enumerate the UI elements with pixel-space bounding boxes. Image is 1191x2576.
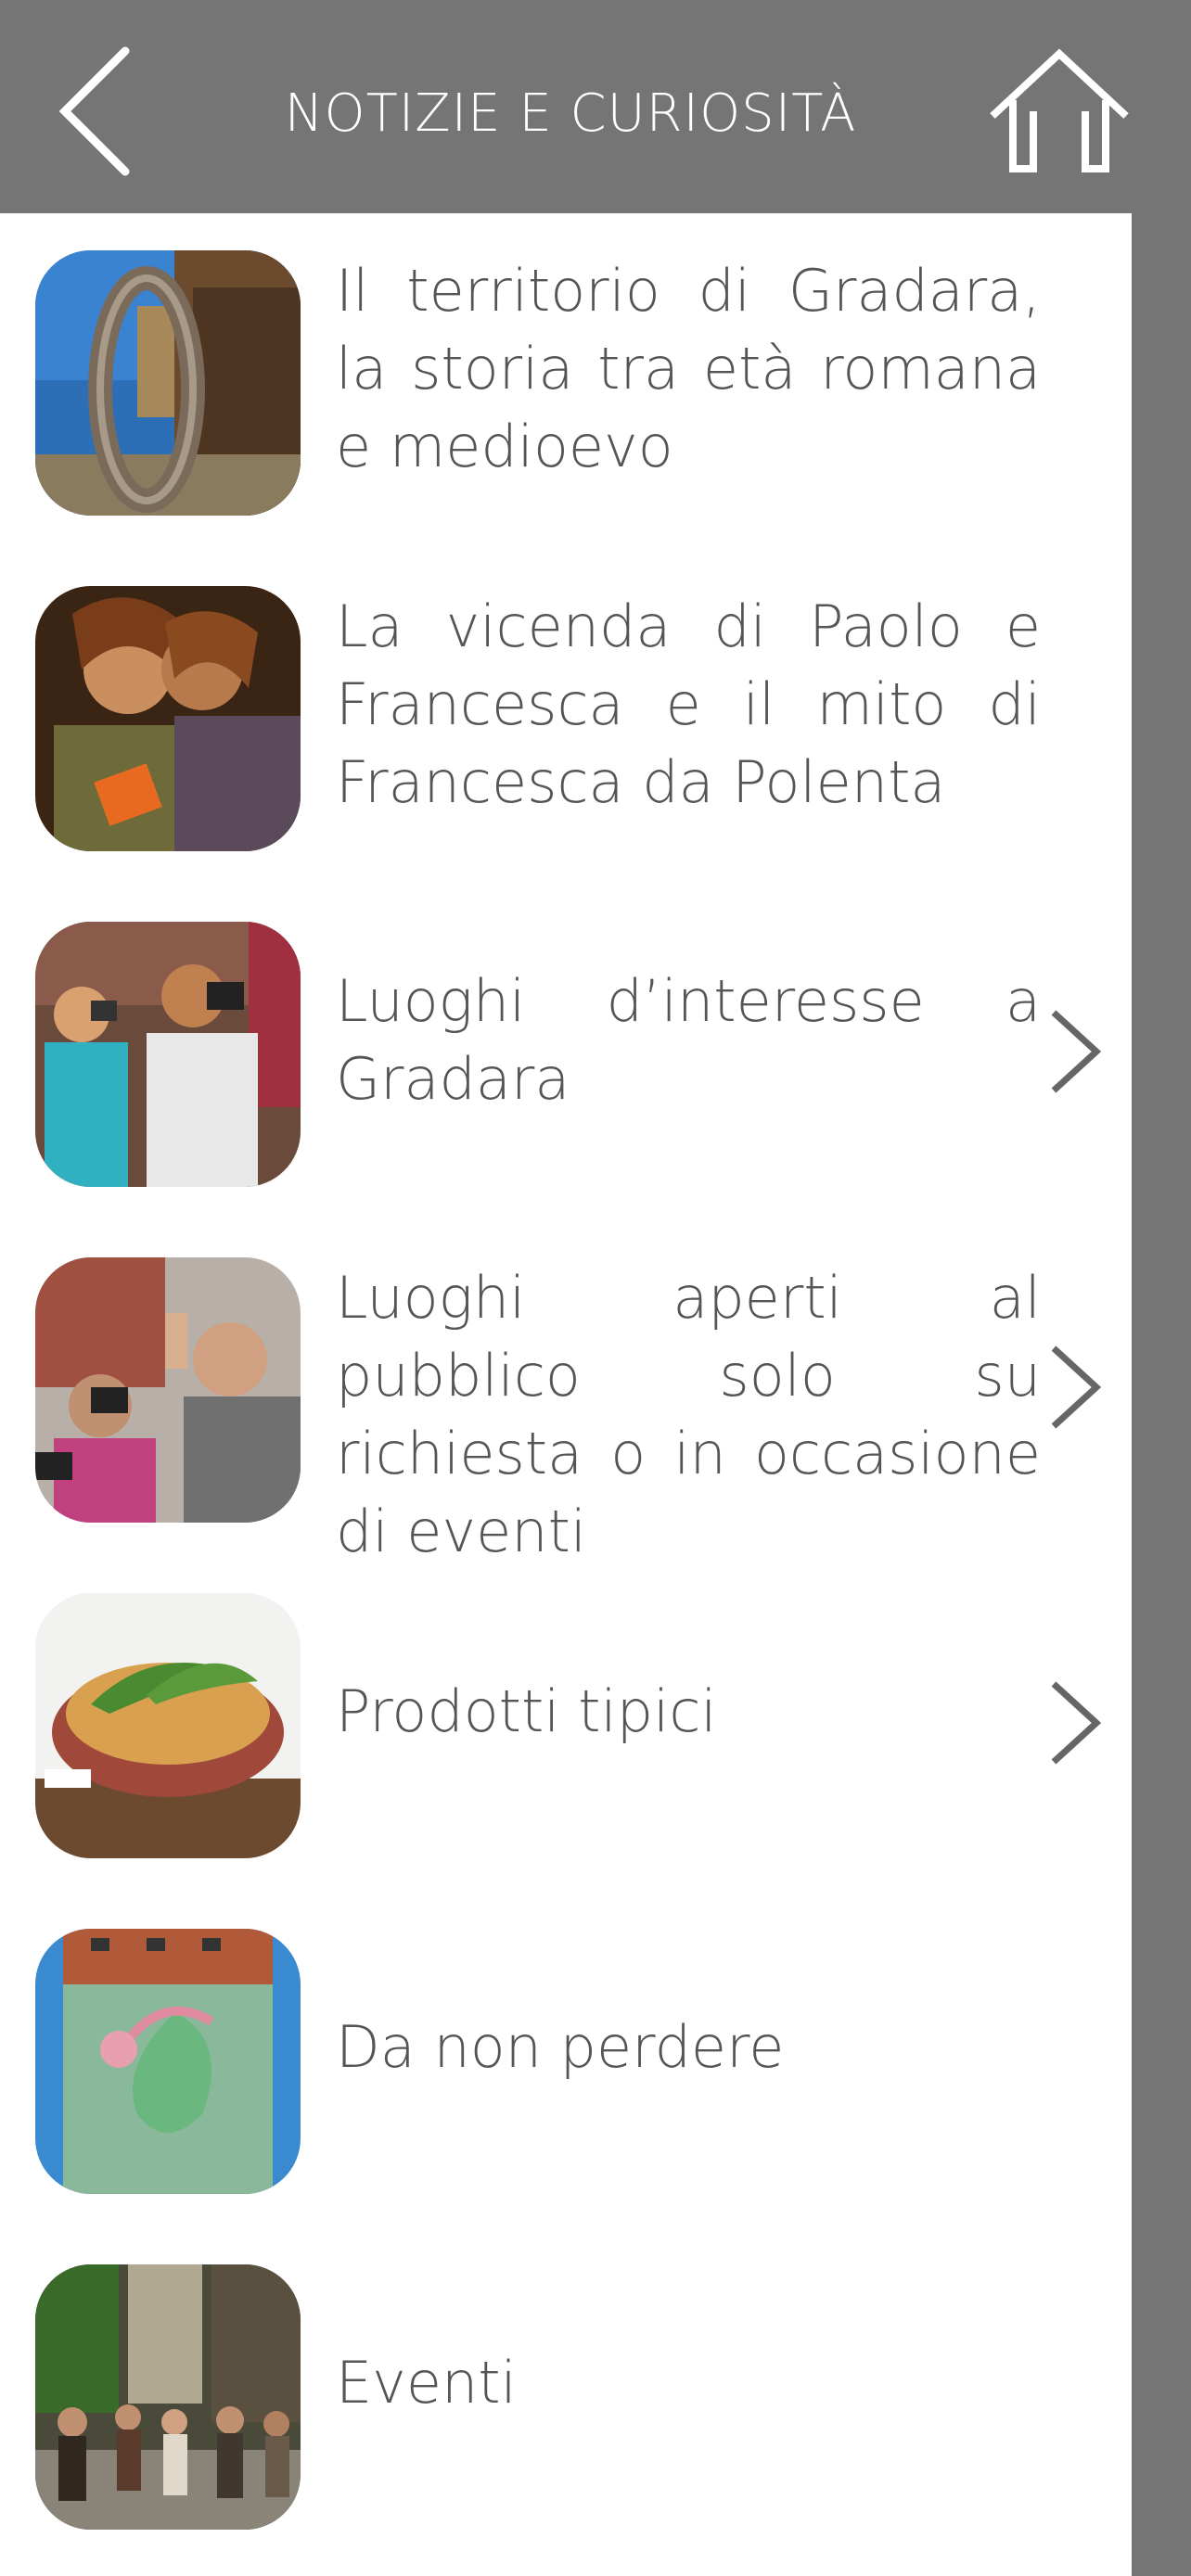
page-title: NOTIZIE E CURIOSITÀ bbox=[284, 83, 857, 144]
list-item-luoghi-aperti[interactable]: Luoghi aperti al pubblico solo su richie… bbox=[0, 1220, 1132, 1565]
list-item-label: Luoghi d’interesse a Gradara bbox=[336, 967, 1041, 1113]
list-item-territorio[interactable]: Il territorio di Gradara, la storia tra … bbox=[0, 213, 1132, 549]
list-item-label: Eventi bbox=[336, 2349, 517, 2417]
tower-mural-thumbnail bbox=[35, 1929, 301, 2194]
list-item-paolo-francesca[interactable]: La vicenda di Paolo e Francesca e il mit… bbox=[0, 549, 1132, 885]
header-bar: NOTIZIE E CURIOSITÀ bbox=[0, 0, 1191, 213]
list-item-label: La vicenda di Paolo e Francesca e il mit… bbox=[336, 593, 1041, 816]
home-button[interactable] bbox=[985, 46, 1133, 176]
tourists-photographing-thumbnail bbox=[35, 922, 301, 1187]
chevron-left-icon bbox=[58, 46, 130, 176]
list-item-eventi[interactable]: Eventi bbox=[0, 2227, 1132, 2563]
pasta-dish-thumbnail bbox=[35, 1593, 301, 1858]
list-item-label: Prodotti tipici bbox=[336, 1677, 717, 1745]
list-item-label: Da non perdere bbox=[336, 2013, 785, 2081]
back-button[interactable] bbox=[51, 42, 144, 181]
paolo-francesca-thumbnail bbox=[35, 586, 301, 851]
list-item-luoghi-interesse[interactable]: Luoghi d’interesse a Gradara bbox=[0, 885, 1132, 1220]
list-item-label: Luoghi aperti al pubblico solo su richie… bbox=[336, 1264, 1041, 1565]
medieval-parade-thumbnail bbox=[35, 2264, 301, 2530]
chevron-right-icon bbox=[1051, 1345, 1102, 1429]
home-icon bbox=[990, 48, 1129, 172]
chevron-right-icon bbox=[1051, 1010, 1102, 1093]
article-list: Il territorio di Gradara, la storia tra … bbox=[0, 213, 1132, 2576]
chevron-right-icon bbox=[1051, 1681, 1102, 1765]
list-item-label: Il territorio di Gradara, la storia tra … bbox=[336, 257, 1041, 480]
crowd-cameras-thumbnail bbox=[35, 1257, 301, 1523]
castle-ring-thumbnail bbox=[35, 250, 301, 516]
scrollbar[interactable] bbox=[1132, 213, 1191, 2576]
list-item-da-non-perdere[interactable]: Da non perdere bbox=[0, 1892, 1132, 2227]
list-item-prodotti-tipici[interactable]: Prodotti tipici bbox=[0, 1556, 1132, 1892]
